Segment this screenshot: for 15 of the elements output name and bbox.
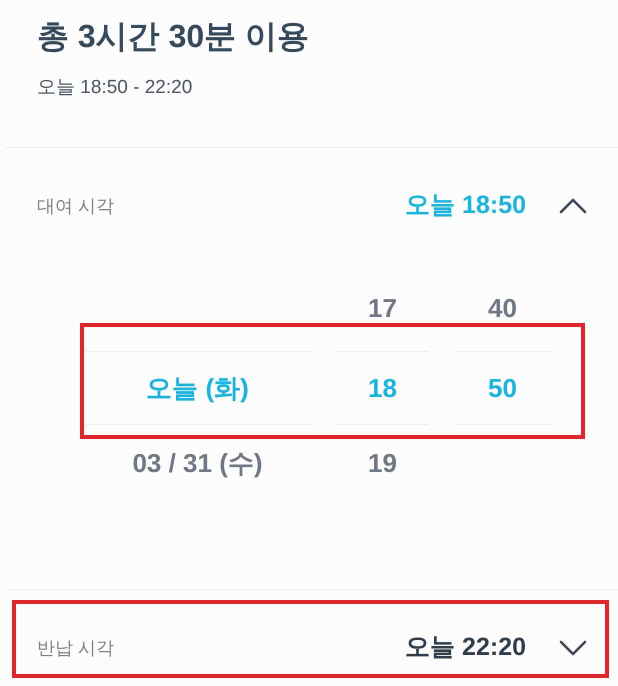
usage-range: 오늘 18:50 - 22:20	[37, 76, 194, 100]
picker-option[interactable]: 19	[368, 448, 397, 478]
chevron-up-icon[interactable]	[559, 198, 587, 214]
picker-option[interactable]: 오늘 (화)	[146, 373, 249, 403]
time-label: 반납 시각	[37, 636, 114, 660]
time-value: 오늘 18:50	[405, 190, 526, 222]
picker-option[interactable]: 17	[368, 293, 397, 323]
picker-option[interactable]: 18	[368, 373, 397, 403]
time-value: 오늘 22:20	[405, 632, 526, 664]
time-label: 대여 시각	[37, 194, 114, 218]
chevron-down-icon[interactable]	[559, 640, 587, 656]
picker-option[interactable]: 40	[488, 293, 517, 323]
picker-option[interactable]: 03 / 31 (수)	[132, 448, 263, 478]
usage-title: 총 3시간 30분 이용	[37, 17, 310, 56]
picker-option[interactable]: 50	[488, 373, 517, 403]
